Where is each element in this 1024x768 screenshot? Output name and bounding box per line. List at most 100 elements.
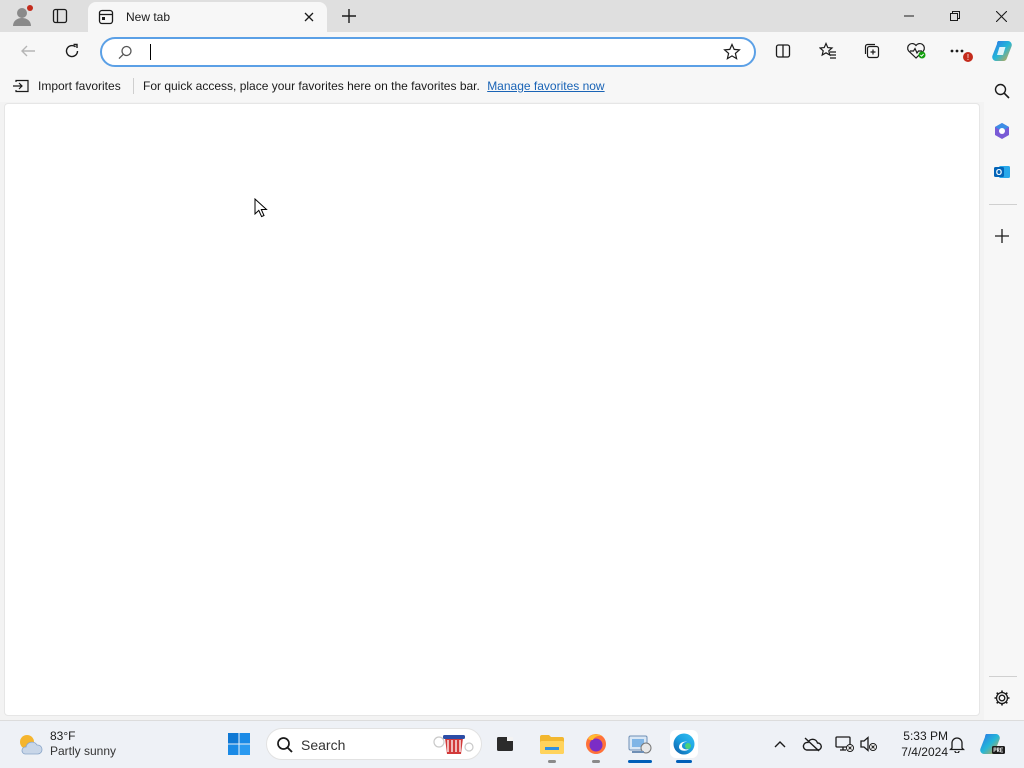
close-window-icon: [995, 10, 1007, 22]
add-favorite-button[interactable]: [720, 41, 744, 63]
taskbar-app-firefox[interactable]: [582, 730, 610, 758]
favorites-bar-divider: [133, 78, 134, 94]
edge-icon: [673, 733, 695, 755]
split-screen-icon: [775, 44, 791, 58]
sidebar-divider: [989, 204, 1017, 205]
browser-essentials-button[interactable]: [902, 37, 930, 65]
firefox-running-indicator: [592, 760, 600, 763]
edge-active-indicator: [676, 760, 692, 763]
collections-button[interactable]: [858, 37, 886, 65]
file-explorer-icon: [540, 735, 564, 754]
import-favorites-icon: [13, 79, 29, 93]
network-button[interactable]: [830, 730, 858, 758]
settings-and-more-button[interactable]: !: [946, 37, 974, 65]
favorite-star-icon: [723, 43, 741, 60]
outlook-icon: O: [994, 166, 1010, 178]
new-tab-icon: [342, 9, 356, 23]
tab-actions-button[interactable]: [46, 2, 74, 30]
tab-new-tab[interactable]: New tab: [88, 2, 327, 32]
more-icon: !: [950, 49, 973, 62]
taskbar-app-edge[interactable]: [670, 730, 698, 758]
onedrive-icon: [802, 737, 822, 752]
collections-icon: [864, 43, 880, 59]
restore-button[interactable]: [932, 0, 978, 32]
taskbar-search-icon: [277, 737, 293, 753]
back-icon: [21, 45, 35, 57]
start-button[interactable]: [225, 730, 253, 758]
close-tab-button[interactable]: [299, 7, 319, 27]
restore-icon: [950, 11, 960, 21]
network-icon: [835, 736, 854, 752]
start-icon: [228, 733, 250, 755]
chevron-up-icon: [774, 741, 786, 748]
tab-actions-icon: [52, 8, 68, 24]
refresh-button[interactable]: [58, 37, 86, 65]
sidebar-divider-bottom: [989, 676, 1017, 677]
taskbar-app-control-panel[interactable]: [626, 730, 654, 758]
browser-essentials-icon: [907, 42, 926, 59]
control-panel-icon: [628, 735, 652, 754]
sidebar-search-button[interactable]: [988, 77, 1016, 105]
sidebar-microsoft365-button[interactable]: [988, 117, 1016, 145]
address-input[interactable]: [146, 42, 706, 62]
mouse-cursor-icon: [254, 198, 268, 218]
weather-temperature: 83°F: [50, 729, 76, 743]
firefox-icon: [586, 734, 606, 754]
volume-muted-icon: [860, 736, 877, 752]
onedrive-button[interactable]: [798, 730, 826, 758]
weather-condition: Partly sunny: [50, 744, 117, 758]
favorites-icon: [819, 42, 836, 59]
favorites-bar-message-row: For quick access, place your favorites h…: [143, 79, 605, 93]
split-screen-button[interactable]: [769, 37, 797, 65]
microsoft365-icon: [995, 123, 1009, 139]
tab-title: New tab: [126, 10, 171, 24]
favorites-button[interactable]: [814, 37, 842, 65]
import-favorites-label: Import favorites: [38, 79, 121, 93]
sidebar-search-icon: [994, 83, 1010, 99]
add-icon: [995, 229, 1009, 243]
text-caret: [150, 44, 151, 60]
weather-icon: [20, 735, 43, 755]
search-highlight-icon: [433, 735, 474, 754]
refresh-icon: [65, 43, 79, 58]
notifications-button[interactable]: [943, 730, 971, 758]
close-tab-icon: [304, 12, 314, 22]
back-button[interactable]: [14, 37, 42, 65]
search-icon: [116, 43, 134, 61]
copilot-icon: [992, 41, 1012, 62]
svg-text:O: O: [996, 168, 1002, 177]
copilot-button[interactable]: [988, 37, 1016, 65]
minimize-button[interactable]: [886, 0, 932, 32]
taskbar-copilot-button[interactable]: [978, 730, 1006, 758]
close-window-button[interactable]: [978, 0, 1024, 32]
profile-button[interactable]: [8, 2, 36, 30]
svg-text:!: !: [967, 53, 969, 62]
import-favorites-button[interactable]: Import favorites: [12, 76, 121, 96]
terminal-icon: [497, 737, 513, 751]
taskbar-app-terminal[interactable]: [491, 730, 519, 758]
control-panel-running-indicator: [628, 760, 652, 763]
taskbar-search-label: Search: [301, 737, 346, 753]
manage-favorites-link[interactable]: Manage favorites now: [487, 79, 604, 93]
taskbar-app-file-explorer[interactable]: [538, 730, 566, 758]
taskbar-search[interactable]: Search: [266, 728, 482, 760]
file-explorer-running-indicator: [548, 760, 556, 763]
new-tab-button[interactable]: [335, 2, 363, 30]
profile-icon: [13, 5, 33, 26]
favorites-bar-message: For quick access, place your favorites h…: [143, 79, 480, 93]
sidebar-add-button[interactable]: [988, 222, 1016, 250]
sidebar-settings-button[interactable]: [988, 684, 1016, 712]
clock[interactable]: 5:33 PM 7/4/2024: [884, 728, 948, 760]
settings-icon: [994, 690, 1010, 706]
clock-time: 5:33 PM: [903, 729, 948, 743]
notifications-icon: [949, 737, 965, 753]
weather-widget[interactable]: 83°F Partly sunny: [16, 729, 116, 759]
show-hidden-icons-button[interactable]: [766, 730, 794, 758]
minimize-icon: [904, 15, 914, 17]
copilot-pre-icon: [980, 734, 1005, 755]
sidebar-outlook-button[interactable]: O: [988, 158, 1016, 186]
page-content[interactable]: [4, 103, 980, 716]
volume-button[interactable]: [855, 730, 883, 758]
address-bar[interactable]: [100, 37, 756, 67]
clock-date: 7/4/2024: [901, 745, 948, 759]
